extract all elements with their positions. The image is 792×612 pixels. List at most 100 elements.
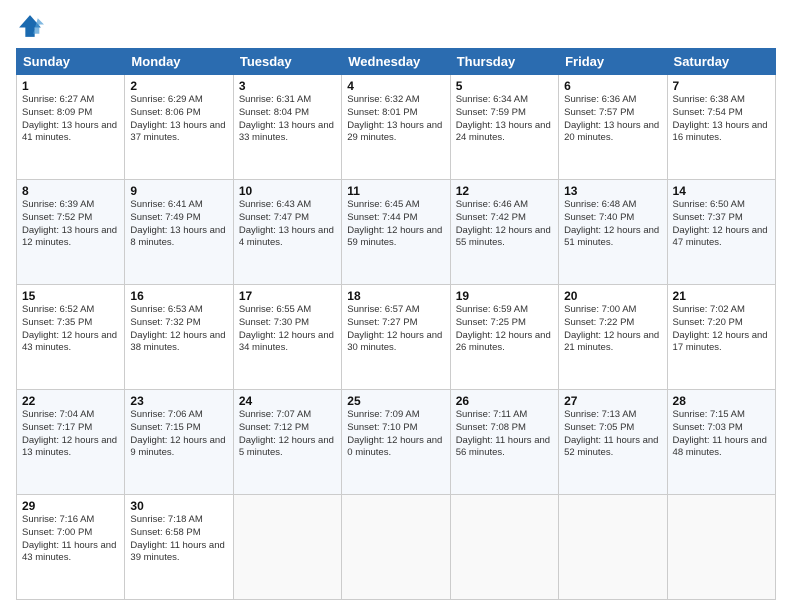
calendar-cell: 22Sunrise: 7:04 AM Sunset: 7:17 PM Dayli… bbox=[17, 390, 125, 495]
calendar-cell: 11Sunrise: 6:45 AM Sunset: 7:44 PM Dayli… bbox=[342, 180, 450, 285]
logo-icon bbox=[16, 12, 44, 40]
calendar-cell: 18Sunrise: 6:57 AM Sunset: 7:27 PM Dayli… bbox=[342, 285, 450, 390]
day-content: Sunrise: 6:45 AM Sunset: 7:44 PM Dayligh… bbox=[347, 199, 444, 250]
day-number: 8 bbox=[22, 184, 119, 198]
day-number: 21 bbox=[673, 289, 770, 303]
calendar-cell: 20Sunrise: 7:00 AM Sunset: 7:22 PM Dayli… bbox=[559, 285, 667, 390]
day-content: Sunrise: 6:32 AM Sunset: 8:01 PM Dayligh… bbox=[347, 94, 444, 145]
calendar-cell bbox=[233, 495, 341, 600]
day-number: 7 bbox=[673, 79, 770, 93]
day-number: 22 bbox=[22, 394, 119, 408]
calendar-week-1: 1Sunrise: 6:27 AM Sunset: 8:09 PM Daylig… bbox=[17, 75, 776, 180]
calendar-cell: 4Sunrise: 6:32 AM Sunset: 8:01 PM Daylig… bbox=[342, 75, 450, 180]
header bbox=[16, 12, 776, 40]
day-number: 9 bbox=[130, 184, 227, 198]
day-number: 26 bbox=[456, 394, 553, 408]
calendar-cell: 15Sunrise: 6:52 AM Sunset: 7:35 PM Dayli… bbox=[17, 285, 125, 390]
day-content: Sunrise: 6:52 AM Sunset: 7:35 PM Dayligh… bbox=[22, 304, 119, 355]
day-content: Sunrise: 7:18 AM Sunset: 6:58 PM Dayligh… bbox=[130, 514, 227, 565]
day-content: Sunrise: 6:59 AM Sunset: 7:25 PM Dayligh… bbox=[456, 304, 553, 355]
day-number: 17 bbox=[239, 289, 336, 303]
day-content: Sunrise: 7:15 AM Sunset: 7:03 PM Dayligh… bbox=[673, 409, 770, 460]
day-content: Sunrise: 6:57 AM Sunset: 7:27 PM Dayligh… bbox=[347, 304, 444, 355]
day-number: 15 bbox=[22, 289, 119, 303]
day-content: Sunrise: 7:11 AM Sunset: 7:08 PM Dayligh… bbox=[456, 409, 553, 460]
header-tuesday: Tuesday bbox=[233, 49, 341, 75]
calendar-cell: 10Sunrise: 6:43 AM Sunset: 7:47 PM Dayli… bbox=[233, 180, 341, 285]
day-content: Sunrise: 6:34 AM Sunset: 7:59 PM Dayligh… bbox=[456, 94, 553, 145]
day-number: 3 bbox=[239, 79, 336, 93]
calendar-cell: 14Sunrise: 6:50 AM Sunset: 7:37 PM Dayli… bbox=[667, 180, 775, 285]
calendar-cell bbox=[450, 495, 558, 600]
day-content: Sunrise: 7:00 AM Sunset: 7:22 PM Dayligh… bbox=[564, 304, 661, 355]
calendar-cell bbox=[667, 495, 775, 600]
day-number: 13 bbox=[564, 184, 661, 198]
calendar-cell: 3Sunrise: 6:31 AM Sunset: 8:04 PM Daylig… bbox=[233, 75, 341, 180]
calendar-cell: 25Sunrise: 7:09 AM Sunset: 7:10 PM Dayli… bbox=[342, 390, 450, 495]
day-content: Sunrise: 6:46 AM Sunset: 7:42 PM Dayligh… bbox=[456, 199, 553, 250]
calendar-cell: 13Sunrise: 6:48 AM Sunset: 7:40 PM Dayli… bbox=[559, 180, 667, 285]
day-number: 5 bbox=[456, 79, 553, 93]
day-content: Sunrise: 6:38 AM Sunset: 7:54 PM Dayligh… bbox=[673, 94, 770, 145]
day-number: 14 bbox=[673, 184, 770, 198]
day-content: Sunrise: 7:02 AM Sunset: 7:20 PM Dayligh… bbox=[673, 304, 770, 355]
day-number: 18 bbox=[347, 289, 444, 303]
day-content: Sunrise: 7:04 AM Sunset: 7:17 PM Dayligh… bbox=[22, 409, 119, 460]
day-content: Sunrise: 7:07 AM Sunset: 7:12 PM Dayligh… bbox=[239, 409, 336, 460]
day-content: Sunrise: 6:29 AM Sunset: 8:06 PM Dayligh… bbox=[130, 94, 227, 145]
header-friday: Friday bbox=[559, 49, 667, 75]
calendar-table: SundayMondayTuesdayWednesdayThursdayFrid… bbox=[16, 48, 776, 600]
day-content: Sunrise: 6:36 AM Sunset: 7:57 PM Dayligh… bbox=[564, 94, 661, 145]
day-content: Sunrise: 6:50 AM Sunset: 7:37 PM Dayligh… bbox=[673, 199, 770, 250]
calendar-cell: 12Sunrise: 6:46 AM Sunset: 7:42 PM Dayli… bbox=[450, 180, 558, 285]
day-content: Sunrise: 6:41 AM Sunset: 7:49 PM Dayligh… bbox=[130, 199, 227, 250]
day-number: 25 bbox=[347, 394, 444, 408]
calendar-week-2: 8Sunrise: 6:39 AM Sunset: 7:52 PM Daylig… bbox=[17, 180, 776, 285]
calendar-cell: 9Sunrise: 6:41 AM Sunset: 7:49 PM Daylig… bbox=[125, 180, 233, 285]
calendar-header-row: SundayMondayTuesdayWednesdayThursdayFrid… bbox=[17, 49, 776, 75]
calendar-cell: 7Sunrise: 6:38 AM Sunset: 7:54 PM Daylig… bbox=[667, 75, 775, 180]
calendar-cell: 8Sunrise: 6:39 AM Sunset: 7:52 PM Daylig… bbox=[17, 180, 125, 285]
day-content: Sunrise: 6:31 AM Sunset: 8:04 PM Dayligh… bbox=[239, 94, 336, 145]
day-content: Sunrise: 7:09 AM Sunset: 7:10 PM Dayligh… bbox=[347, 409, 444, 460]
day-number: 10 bbox=[239, 184, 336, 198]
day-number: 29 bbox=[22, 499, 119, 513]
logo bbox=[16, 12, 48, 40]
calendar-cell: 27Sunrise: 7:13 AM Sunset: 7:05 PM Dayli… bbox=[559, 390, 667, 495]
day-content: Sunrise: 6:53 AM Sunset: 7:32 PM Dayligh… bbox=[130, 304, 227, 355]
calendar-cell: 1Sunrise: 6:27 AM Sunset: 8:09 PM Daylig… bbox=[17, 75, 125, 180]
calendar-cell: 2Sunrise: 6:29 AM Sunset: 8:06 PM Daylig… bbox=[125, 75, 233, 180]
calendar-cell: 23Sunrise: 7:06 AM Sunset: 7:15 PM Dayli… bbox=[125, 390, 233, 495]
day-number: 19 bbox=[456, 289, 553, 303]
day-number: 1 bbox=[22, 79, 119, 93]
calendar-cell: 21Sunrise: 7:02 AM Sunset: 7:20 PM Dayli… bbox=[667, 285, 775, 390]
day-number: 28 bbox=[673, 394, 770, 408]
day-number: 11 bbox=[347, 184, 444, 198]
day-content: Sunrise: 6:39 AM Sunset: 7:52 PM Dayligh… bbox=[22, 199, 119, 250]
day-content: Sunrise: 7:06 AM Sunset: 7:15 PM Dayligh… bbox=[130, 409, 227, 460]
calendar-cell: 17Sunrise: 6:55 AM Sunset: 7:30 PM Dayli… bbox=[233, 285, 341, 390]
calendar-week-3: 15Sunrise: 6:52 AM Sunset: 7:35 PM Dayli… bbox=[17, 285, 776, 390]
header-thursday: Thursday bbox=[450, 49, 558, 75]
calendar-cell: 6Sunrise: 6:36 AM Sunset: 7:57 PM Daylig… bbox=[559, 75, 667, 180]
day-content: Sunrise: 6:27 AM Sunset: 8:09 PM Dayligh… bbox=[22, 94, 119, 145]
day-number: 20 bbox=[564, 289, 661, 303]
day-content: Sunrise: 7:13 AM Sunset: 7:05 PM Dayligh… bbox=[564, 409, 661, 460]
day-content: Sunrise: 6:43 AM Sunset: 7:47 PM Dayligh… bbox=[239, 199, 336, 250]
calendar-cell: 16Sunrise: 6:53 AM Sunset: 7:32 PM Dayli… bbox=[125, 285, 233, 390]
day-number: 27 bbox=[564, 394, 661, 408]
header-wednesday: Wednesday bbox=[342, 49, 450, 75]
page: SundayMondayTuesdayWednesdayThursdayFrid… bbox=[0, 0, 792, 612]
header-sunday: Sunday bbox=[17, 49, 125, 75]
day-number: 30 bbox=[130, 499, 227, 513]
calendar-cell: 24Sunrise: 7:07 AM Sunset: 7:12 PM Dayli… bbox=[233, 390, 341, 495]
calendar-cell: 5Sunrise: 6:34 AM Sunset: 7:59 PM Daylig… bbox=[450, 75, 558, 180]
day-number: 4 bbox=[347, 79, 444, 93]
day-number: 16 bbox=[130, 289, 227, 303]
day-number: 23 bbox=[130, 394, 227, 408]
day-content: Sunrise: 6:48 AM Sunset: 7:40 PM Dayligh… bbox=[564, 199, 661, 250]
day-number: 12 bbox=[456, 184, 553, 198]
calendar-cell bbox=[559, 495, 667, 600]
day-number: 24 bbox=[239, 394, 336, 408]
calendar-cell: 30Sunrise: 7:18 AM Sunset: 6:58 PM Dayli… bbox=[125, 495, 233, 600]
